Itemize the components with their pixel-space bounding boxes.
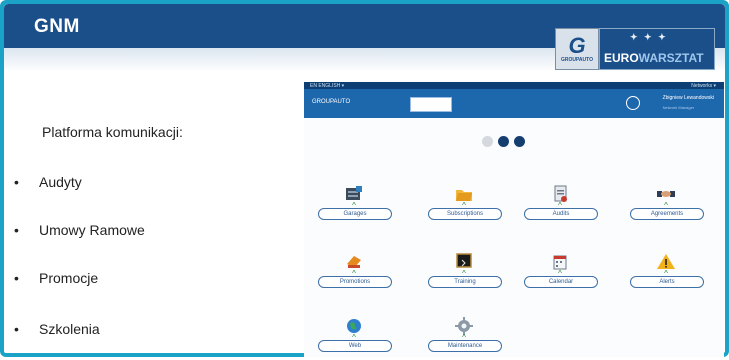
web-button[interactable]: Web — [318, 340, 392, 352]
bullet-text: Szkolenia — [39, 321, 100, 337]
bullet-dot-icon: • — [14, 222, 19, 238]
eurowarsztat-wordmark: ✦ ✦ ✦ EUROWARSZTAT — [599, 28, 715, 70]
page-indicator — [482, 134, 530, 152]
eurowarsztat-logo: G GROUPAUTO ✦ ✦ ✦ EUROWARSZTAT — [555, 28, 715, 70]
tile-audits[interactable]: ^ Audits — [520, 184, 600, 228]
calendar-button[interactable]: Calendar — [524, 276, 598, 288]
page-dot[interactable] — [482, 136, 493, 147]
groupauto-logo: G GROUPAUTO — [555, 28, 599, 70]
page-dot[interactable] — [498, 136, 509, 147]
training-button[interactable]: Training — [428, 276, 502, 288]
bullet-text: Audyty — [39, 174, 82, 190]
garages-button[interactable]: Garages — [318, 208, 392, 220]
subscriptions-button[interactable]: Subscriptions — [428, 208, 502, 220]
tile-alerts[interactable]: ^ Alerts — [626, 252, 706, 296]
bullet-dot-icon: • — [14, 174, 19, 190]
alerts-button[interactable]: Alerts — [630, 276, 704, 288]
tile-training[interactable]: ^ Training — [424, 252, 504, 296]
brand-name-part1: EURO — [604, 51, 639, 65]
bullet-dot-icon: • — [14, 321, 19, 337]
tile-subscriptions[interactable]: ^ Subscriptions — [424, 184, 504, 228]
agreements-button[interactable]: Agreements — [630, 208, 704, 220]
brand-name-part2: WARSZTAT — [638, 51, 704, 65]
portal-screenshot: EN ENGLISH ▾ Networks ▾ GROUPAUTO Zbigni… — [304, 82, 724, 357]
portal-header: GROUPAUTO Zbigniew Lewandowski Network M… — [304, 89, 724, 118]
promotions-button[interactable]: Promotions — [318, 276, 392, 288]
user-name: Zbigniew Lewandowski — [662, 95, 714, 101]
user-avatar[interactable] — [626, 96, 640, 110]
audits-button[interactable]: Audits — [524, 208, 598, 220]
bullet-dot-icon: • — [14, 270, 19, 286]
bullet-intro: Platforma komunikacji: — [42, 124, 183, 140]
user-role: Network Manager — [662, 105, 695, 110]
stars-icon: ✦ ✦ ✦ — [630, 32, 668, 42]
tile-calendar[interactable]: ^ Calendar — [520, 252, 600, 296]
slide-title: GNM — [34, 16, 80, 37]
tile-agreements[interactable]: ^ Agreements — [626, 184, 706, 228]
user-menu[interactable]: Zbigniew Lewandowski Network Manager — [663, 95, 714, 110]
portal-topbar: EN ENGLISH ▾ Networks ▾ — [304, 82, 724, 89]
portal-logo-text: GROUPAUTO — [312, 99, 351, 105]
tile-promotions[interactable]: ^ Promotions — [314, 252, 394, 296]
portal-logo: GROUPAUTO — [312, 99, 350, 105]
maintenance-button[interactable]: Maintenance — [428, 340, 502, 352]
logo-letter: G — [568, 33, 586, 58]
tile-maintenance[interactable]: ^ Maintenance — [424, 316, 504, 360]
logo-caption: GROUPAUTO — [560, 57, 594, 63]
tile-garages[interactable]: ^ Garages — [314, 184, 394, 228]
bullet-text: Promocje — [39, 270, 99, 286]
tile-web[interactable]: ^ Web — [314, 316, 394, 360]
page-dot[interactable] — [514, 136, 525, 147]
bullet-text: Umowy Ramowe — [39, 222, 145, 238]
portal-brand-logo — [410, 97, 452, 112]
